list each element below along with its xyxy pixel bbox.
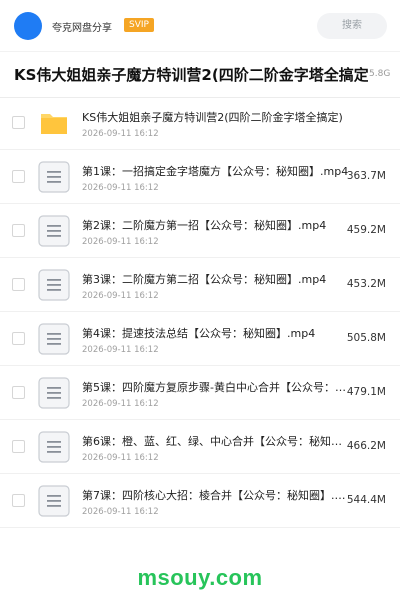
- file-date: 2026-09-11 16:12: [82, 237, 159, 247]
- file-name: 第4课：提速技法总结【公众号：秘知圈】.mp4: [82, 327, 316, 340]
- select-checkbox[interactable]: [12, 440, 25, 453]
- file-date: 2026-09-11 16:12: [82, 399, 159, 409]
- file-size: 466.2M: [346, 440, 386, 452]
- file-date: 2026-09-11 16:12: [82, 453, 159, 463]
- file-row[interactable]: 第3课：二阶魔方第二招【公众号：秘知圈】.mp4 2026-09-11 16:12…: [0, 258, 400, 312]
- file-size: 453.2M: [346, 278, 386, 290]
- video-file-icon: [38, 377, 70, 409]
- select-checkbox[interactable]: [12, 224, 25, 237]
- file-name: 第7课：四阶核心大招：棱合并【公众号：秘知圈】.mp4: [82, 489, 352, 502]
- file-name: KS伟大姐姐亲子魔方特训营2(四阶二阶金字塔全搞定): [82, 111, 343, 124]
- video-file-icon: [38, 215, 70, 247]
- file-date: 2026-09-11 16:12: [82, 345, 159, 355]
- file-row[interactable]: 第6课：橙、蓝、红、绿、中心合并【公众号：秘知圈】.mp4 2026-09-11 …: [0, 420, 400, 474]
- file-name: 第3课：二阶魔方第二招【公众号：秘知圈】.mp4: [82, 273, 327, 286]
- select-checkbox[interactable]: [12, 278, 25, 291]
- svip-badge: SVIP: [124, 18, 154, 32]
- avatar[interactable]: [14, 12, 42, 40]
- page-title: KS伟大姐姐亲子魔方特训营2(四阶二阶金字塔全搞定): [14, 66, 368, 84]
- video-file-icon: [38, 323, 70, 355]
- file-size: 459.2M: [346, 224, 386, 236]
- folder-icon: [38, 107, 70, 139]
- file-date: 2026-09-11 16:12: [82, 129, 159, 139]
- sharer-name: 夸克网盘分享: [52, 23, 112, 34]
- video-file-icon: [38, 161, 70, 193]
- folder-row[interactable]: KS伟大姐姐亲子魔方特训营2(四阶二阶金字塔全搞定) 2026-09-11 16:…: [0, 96, 400, 150]
- search-input[interactable]: 搜索: [317, 13, 387, 39]
- select-checkbox[interactable]: [12, 170, 25, 183]
- select-checkbox[interactable]: [12, 386, 25, 399]
- file-size: 363.7M: [346, 170, 386, 182]
- file-date: 2026-09-11 16:12: [82, 507, 159, 517]
- file-date: 2026-09-11 16:12: [82, 183, 159, 193]
- share-title-bar: KS伟大姐姐亲子魔方特训营2(四阶二阶金字塔全搞定) 5.8G: [0, 52, 400, 98]
- app-header: 夸克网盘分享 SVIP 搜索: [0, 0, 400, 52]
- file-row[interactable]: 第4课：提速技法总结【公众号：秘知圈】.mp4 2026-09-11 16:12 5…: [0, 312, 400, 366]
- total-size: 5.8G: [369, 69, 391, 79]
- video-file-icon: [38, 485, 70, 517]
- file-row[interactable]: 第1课：一招搞定金字塔魔方【公众号：秘知圈】.mp4 2026-09-11 16:…: [0, 150, 400, 204]
- file-name: 第2课：二阶魔方第一招【公众号：秘知圈】.mp4: [82, 219, 327, 232]
- video-file-icon: [38, 269, 70, 301]
- file-size: 479.1M: [346, 386, 386, 398]
- file-list: KS伟大姐姐亲子魔方特训营2(四阶二阶金字塔全搞定) 2026-09-11 16:…: [0, 96, 400, 528]
- file-row[interactable]: 第5课：四阶魔方复原步骤-黄白中心合并【公众号：秘知圈】.mp4 2026-09-…: [0, 366, 400, 420]
- file-row[interactable]: 第2课：二阶魔方第一招【公众号：秘知圈】.mp4 2026-09-11 16:12…: [0, 204, 400, 258]
- watermark-text: msouy.com: [137, 565, 263, 590]
- video-file-icon: [38, 431, 70, 463]
- file-name: 第5课：四阶魔方复原步骤-黄白中心合并【公众号：秘知圈】.mp4: [82, 381, 352, 394]
- file-row[interactable]: 第7课：四阶核心大招：棱合并【公众号：秘知圈】.mp4 2026-09-11 16…: [0, 474, 400, 528]
- select-checkbox[interactable]: [12, 494, 25, 507]
- file-name: 第1课：一招搞定金字塔魔方【公众号：秘知圈】.mp4: [82, 165, 349, 178]
- select-checkbox[interactable]: [12, 332, 25, 345]
- file-size: 544.4M: [346, 494, 386, 506]
- select-checkbox[interactable]: [12, 116, 25, 129]
- file-name: 第6课：橙、蓝、红、绿、中心合并【公众号：秘知圈】.mp4: [82, 435, 352, 448]
- file-date: 2026-09-11 16:12: [82, 291, 159, 301]
- file-size: 505.8M: [346, 332, 386, 344]
